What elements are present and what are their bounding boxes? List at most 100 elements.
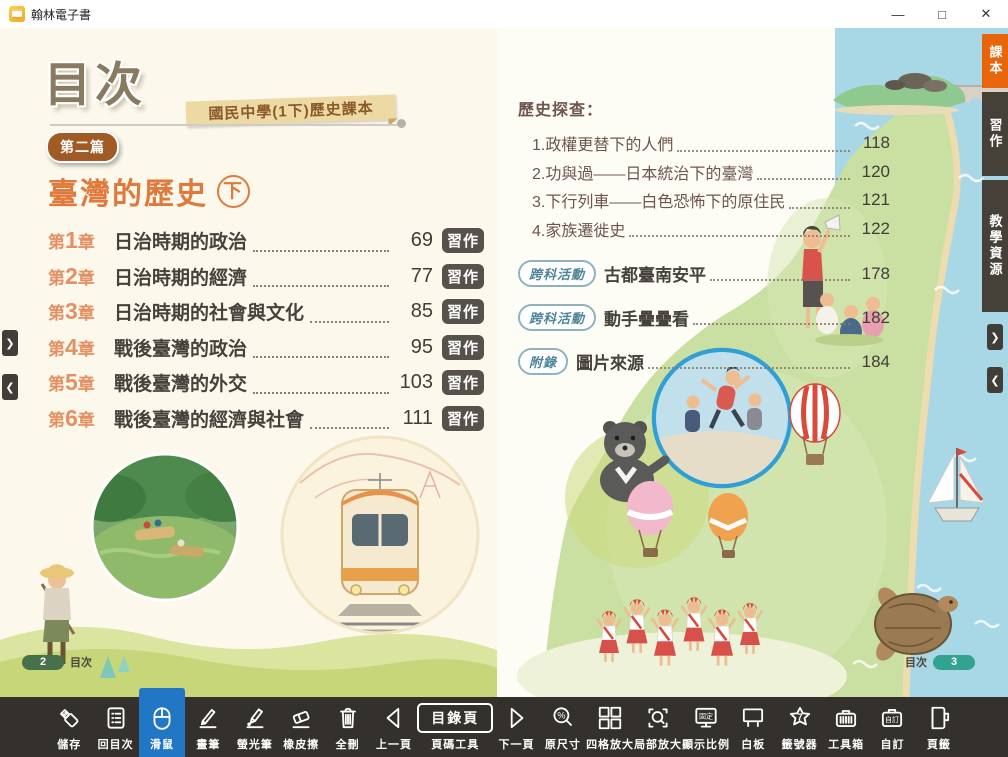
divider: [50, 124, 400, 126]
divider-dot: [397, 119, 406, 128]
toolbox-icon: [832, 703, 860, 733]
right-toc: 歷史探查： 1.政權更替下的人們 118 2.功與過——日本統治下的臺灣 120…: [518, 96, 890, 375]
tool-original-size[interactable]: % 原尺寸: [540, 697, 586, 757]
chapter-row[interactable]: 第6章 戰後臺灣的經濟與社會 111 習作: [48, 401, 484, 437]
activity-badge: 跨科活動: [518, 304, 596, 331]
workbook-button[interactable]: 習作: [442, 264, 484, 289]
dotted-leader: [253, 285, 389, 287]
appendix-badge: 附錄: [518, 348, 568, 375]
toc-item[interactable]: 跨科活動 動手疊疊看 182: [518, 304, 890, 331]
toc-item[interactable]: 3.下行列車——白色恐怖下的原住民 121: [518, 186, 890, 215]
tool-whiteboard[interactable]: 白板: [730, 697, 776, 757]
star-number-icon: 7: [786, 703, 814, 733]
tool-prev-page[interactable]: 上一頁: [371, 697, 417, 757]
dotted-leader: [710, 279, 850, 281]
eraser-icon: [287, 703, 315, 733]
dotted-leader: [629, 235, 850, 237]
dotted-leader: [648, 367, 850, 369]
tool-page-number[interactable]: 目錄頁 頁碼工具: [417, 697, 493, 757]
svg-text:固定: 固定: [699, 712, 713, 721]
section-badge: 第二篇: [46, 131, 119, 163]
workbook-button[interactable]: 習作: [442, 228, 484, 253]
title-bar: 翰林電子書 — □ ✕: [0, 0, 1008, 29]
volume-mark: 下: [217, 175, 250, 208]
bottom-toolbar: 儲存 回目次 滑鼠 畫筆 螢光筆 橡皮擦 全刪 上一頁: [0, 697, 1008, 757]
pen-icon: [194, 703, 222, 733]
activity-badge: 跨科活動: [518, 260, 596, 287]
tool-number-picker[interactable]: 7 籤號器: [776, 697, 822, 757]
custom-case-icon: 自訂: [878, 703, 906, 733]
tool-highlighter[interactable]: 螢光筆: [232, 697, 278, 757]
section-title-text: 臺灣的歷史: [48, 169, 208, 213]
svg-text:自訂: 自訂: [885, 715, 899, 724]
mouse-icon: [148, 703, 176, 733]
right-panel-expand-button[interactable]: ❯: [987, 324, 1003, 350]
tool-delete-all[interactable]: 全刪: [324, 697, 370, 757]
dotted-leader: [693, 323, 850, 325]
dotted-leader: [310, 427, 389, 429]
footer-label: 目次: [70, 654, 92, 670]
tab-textbook[interactable]: 課本: [982, 34, 1008, 88]
dotted-leader: [757, 178, 850, 180]
right-panel-collapse-button[interactable]: ❮: [987, 367, 1003, 393]
tool-page-tab[interactable]: 頁籤: [916, 697, 962, 757]
left-page: 目次 國民中學(1下)歷史課本 第二篇 臺灣的歷史 下 第1章 日治時期的政治 …: [0, 28, 497, 697]
monitor-fixed-icon: 固定: [692, 703, 720, 733]
page-tab-icon: [925, 703, 953, 733]
workbook-button[interactable]: 習作: [442, 406, 484, 431]
left-panel-collapse-button[interactable]: ❮: [2, 374, 18, 400]
footer-label: 目次: [905, 654, 927, 670]
river-photo: [74, 434, 265, 600]
right-page: 歷史探查： 1.政權更替下的人們 118 2.功與過——日本統治下的臺灣 120…: [497, 28, 1008, 697]
chapter-row[interactable]: 第4章 戰後臺灣的政治 95 習作: [48, 330, 484, 366]
minimize-button[interactable]: —: [876, 0, 920, 28]
svg-text:7: 7: [797, 713, 802, 724]
quad-grid-icon: [596, 703, 624, 733]
maximize-button[interactable]: □: [920, 0, 964, 28]
usb-save-icon: [55, 703, 83, 733]
tool-eraser[interactable]: 橡皮擦: [278, 697, 324, 757]
workbook-button[interactable]: 習作: [442, 335, 484, 360]
svg-text:%: %: [557, 711, 565, 721]
toc-item[interactable]: 2.功與過——日本統治下的臺灣 120: [518, 158, 890, 187]
chapter-row[interactable]: 第1章 日治時期的政治 69 習作: [48, 223, 484, 259]
toc-list-icon: [102, 703, 130, 733]
tool-mouse[interactable]: 滑鼠: [139, 688, 185, 757]
toc-item[interactable]: 4.家族遷徙史 122: [518, 215, 890, 244]
chapter-row[interactable]: 第5章 戰後臺灣的外交 103 習作: [48, 365, 484, 401]
tool-save[interactable]: 儲存: [46, 697, 92, 757]
close-button[interactable]: ✕: [964, 0, 1008, 28]
tool-toolbox[interactable]: 工具箱: [823, 697, 869, 757]
toc-item[interactable]: 1.政權更替下的人們 118: [518, 129, 890, 158]
page-title: 目次: [44, 46, 146, 115]
left-page-footer: 2 目次: [22, 654, 92, 670]
section-title: 臺灣的歷史 下: [48, 169, 250, 213]
dotted-leader: [310, 321, 389, 323]
tool-next-page[interactable]: 下一頁: [493, 697, 539, 757]
side-tab-column: 課本 習作 教學資源: [982, 28, 1008, 697]
chapter-row[interactable]: 第2章 日治時期的經濟 77 習作: [48, 259, 484, 295]
page-number-pill: 2: [22, 655, 64, 670]
chapter-row[interactable]: 第3章 日治時期的社會與文化 85 習作: [48, 294, 484, 330]
tool-area-zoom[interactable]: 局部放大: [634, 697, 682, 757]
workbook-button[interactable]: 習作: [442, 370, 484, 395]
tool-back-to-toc[interactable]: 回目次: [92, 697, 138, 757]
zoom-percent-icon: %: [549, 703, 577, 733]
dotted-leader: [253, 356, 389, 358]
tab-workbook[interactable]: 習作: [982, 92, 1008, 176]
highlighter-icon: [241, 703, 269, 733]
page-number-button[interactable]: 目錄頁: [417, 703, 493, 733]
explore-header: 歷史探查：: [518, 96, 890, 120]
tool-display-ratio[interactable]: 固定 顯示比例: [682, 697, 730, 757]
tool-pen[interactable]: 畫筆: [185, 697, 231, 757]
next-page-icon: [502, 703, 530, 733]
left-panel-expand-button[interactable]: ❯: [2, 330, 18, 356]
tab-teaching-resources[interactable]: 教學資源: [982, 180, 1008, 312]
toc-item[interactable]: 跨科活動 古都臺南安平 178: [518, 260, 890, 287]
tool-quad-zoom[interactable]: 四格放大: [586, 697, 634, 757]
toc-item[interactable]: 附錄 圖片來源 184: [518, 348, 890, 375]
tool-custom[interactable]: 自訂 自訂: [869, 697, 915, 757]
prev-page-icon: [380, 703, 408, 733]
dotted-leader: [253, 392, 389, 394]
workbook-button[interactable]: 習作: [442, 299, 484, 324]
